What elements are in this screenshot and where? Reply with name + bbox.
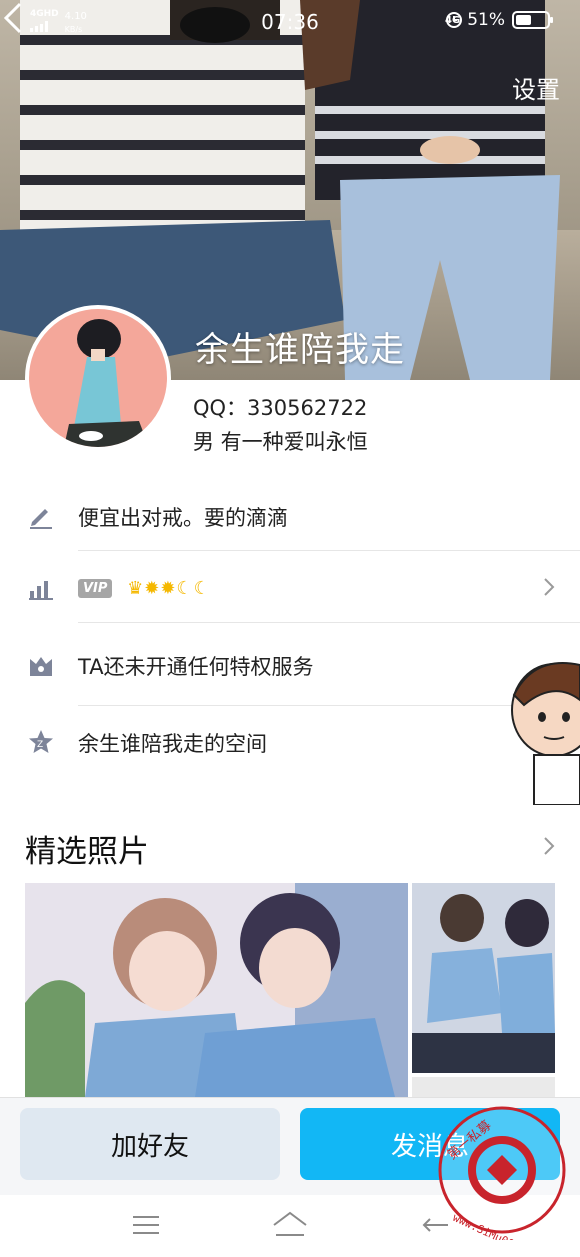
qq-number: QQ：330562722 xyxy=(193,396,368,420)
menu-icon[interactable] xyxy=(126,1207,166,1243)
add-friend-button[interactable]: 加好友 xyxy=(20,1108,280,1180)
avatar[interactable] xyxy=(25,305,171,451)
space-row[interactable]: Z 余生谁陪我走的空间 xyxy=(0,706,580,778)
featured-photo[interactable] xyxy=(412,1077,555,1097)
status-bar: 4GHD 4.10 KB/s 07:36 4G 51% xyxy=(0,0,580,46)
section-title-photos: 精选照片 xyxy=(25,834,149,870)
signature-text: 便宜出对戒。要的滴滴 xyxy=(78,506,288,530)
level-chart-icon xyxy=(29,581,53,600)
alarm-icon xyxy=(446,12,463,28)
chevron-right-icon xyxy=(544,578,555,596)
battery-percent: 51% xyxy=(467,10,505,30)
battery-icon xyxy=(512,11,553,29)
signature-row[interactable]: 便宜出对戒。要的滴滴 xyxy=(0,480,580,552)
chevron-right-icon[interactable] xyxy=(543,836,555,856)
cartoon-sticker xyxy=(511,662,580,805)
star-icon: Z xyxy=(29,730,53,753)
level-row[interactable]: VIP ♛✹✹☾☾ xyxy=(0,551,580,623)
space-text: 余生谁陪我走的空间 xyxy=(78,732,267,756)
pencil-icon xyxy=(30,509,52,529)
divider xyxy=(78,622,580,623)
vip-badge: VIP xyxy=(78,578,113,598)
level-icons: ♛✹✹☾☾ xyxy=(127,577,211,599)
nickname: 余生谁陪我走 xyxy=(195,330,405,370)
privilege-row[interactable]: TA还未开通任何特权服务 xyxy=(0,629,580,701)
crown-box-icon xyxy=(30,657,52,676)
profile-info: 男 有一种爱叫永恒 xyxy=(193,430,368,454)
watermark-stamp: 第一私募 www.SiMu001.cn xyxy=(438,1106,566,1240)
svg-text:Z: Z xyxy=(37,740,43,750)
settings-button[interactable]: 设置 xyxy=(512,70,560,105)
back-arrow-icon[interactable] xyxy=(0,0,26,36)
featured-photo[interactable] xyxy=(412,883,555,1073)
home-icon[interactable] xyxy=(270,1207,310,1243)
featured-photo[interactable] xyxy=(25,883,408,1097)
privilege-text: TA还未开通任何特权服务 xyxy=(78,655,314,679)
